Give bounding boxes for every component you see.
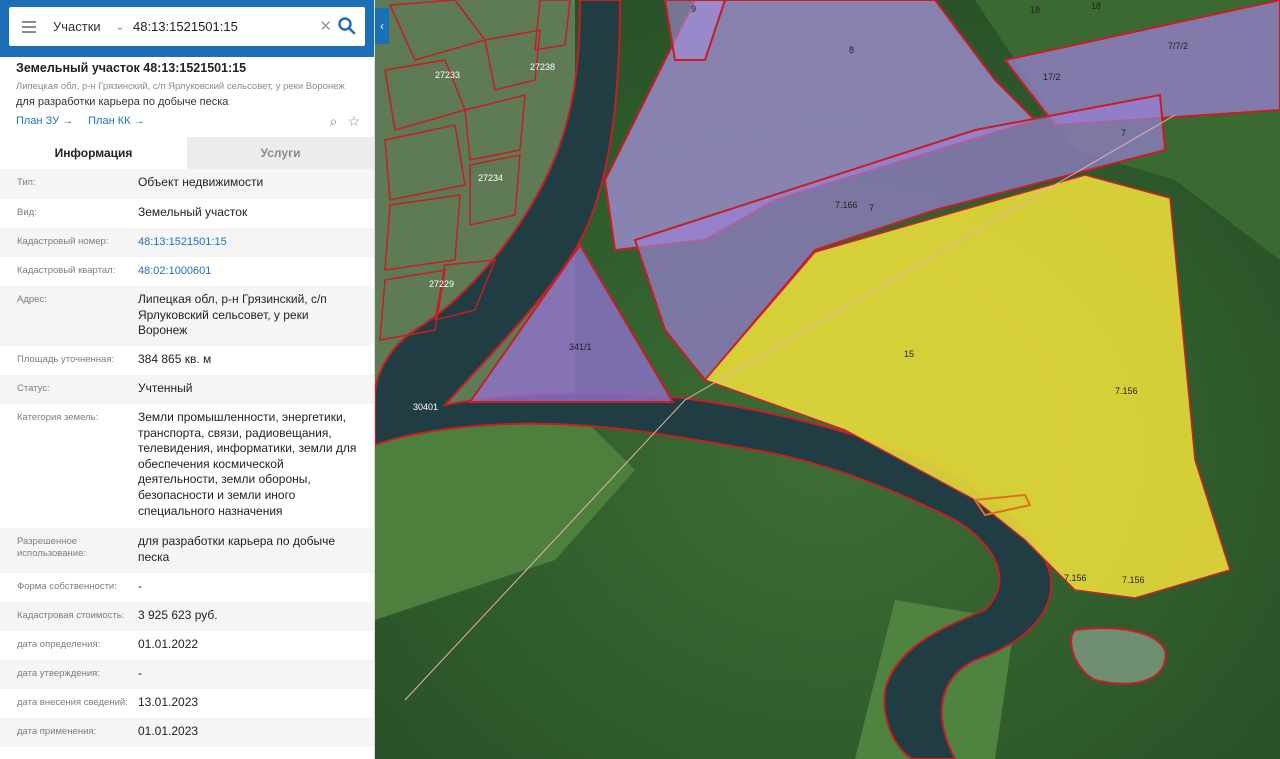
label-7-b: 7 (869, 203, 874, 213)
attribute-value: 01.01.2022 (138, 637, 199, 651)
label-7-7-2: 7/7/2 (1168, 41, 1188, 51)
object-purpose: для разработки карьера по добыче песка (16, 96, 229, 108)
label-27233: 27233 (435, 70, 460, 80)
attribute-key: Адрес: (17, 294, 47, 305)
label-15: 15 (904, 349, 914, 359)
attribute-key: Разрешенное использование: (17, 536, 87, 559)
menu-icon[interactable] (9, 7, 49, 46)
layer-select[interactable]: Участки (49, 19, 111, 34)
attribute-row: Адрес: Липецкая обл, р-н Грязинский, с/п … (0, 286, 374, 346)
attribute-row: Площадь уточненная: 384 865 кв. м (0, 346, 374, 375)
cadastral-number-link[interactable]: 48:13:1521501:15 (138, 234, 360, 251)
plan-zu-link[interactable]: План ЗУ → (16, 115, 73, 127)
tabs: Информация Услуги (0, 137, 374, 169)
search-bar: Участки ⌄ ✕ (9, 7, 365, 46)
attribute-value: 01.01.2023 (138, 724, 199, 738)
attribute-value: 13.01.2023 (138, 695, 199, 709)
attribute-value: Земельный участок (138, 205, 248, 219)
attribute-value: 384 865 кв. м (138, 352, 212, 366)
attribute-key: Кадастровый номер: (17, 236, 109, 247)
attribute-key: Кадастровая стоимость: (17, 610, 125, 621)
attribute-row: Статус: Учтенный (0, 375, 374, 404)
plan-kk-link[interactable]: План КК → (88, 115, 144, 127)
attribute-row: дата определения: 01.01.2022 (0, 631, 374, 660)
label-27229: 27229 (429, 279, 454, 289)
attribute-row: Разрешенное использование: для разработки… (0, 528, 374, 573)
attribute-row: Кадастровый квартал: 48:02:1000601 (0, 257, 374, 286)
attribute-row: дата утверждения: - (0, 660, 374, 689)
tab-services[interactable]: Услуги (187, 137, 374, 169)
label-7-156-a: 7.156 (1115, 386, 1138, 396)
collapse-panel-button[interactable]: ‹ (375, 8, 389, 44)
label-18-b: 18 (1091, 1, 1101, 11)
attribute-key: Площадь уточненная: (17, 354, 115, 365)
attribute-row: Кадастровый номер: 48:13:1521501:15 (0, 228, 374, 257)
info-panel: Участки ⌄ ✕ Земельный участок 48:13:1521… (0, 0, 375, 759)
label-9: 9 (691, 4, 696, 14)
attribute-value: Учтенный (138, 381, 193, 395)
header-actions: ⌕ ☆ (330, 113, 360, 130)
attribute-row: Категория земель: Земли промышленности, э… (0, 404, 374, 528)
attribute-key: дата утверждения: (17, 668, 100, 679)
attribute-key: дата внесения сведений: (17, 697, 128, 708)
attribute-row: Кадастровая стоимость: 3 925 623 руб. (0, 602, 374, 631)
object-address: Липецкая обл, р-н Грязинский, с/п Ярлуко… (16, 81, 345, 92)
label-8: 8 (849, 45, 854, 55)
attribute-key: Тип: (17, 177, 36, 188)
search-input[interactable] (129, 19, 299, 34)
label-7: 7 (1121, 128, 1126, 138)
label-17-2: 17/2 (1043, 72, 1061, 82)
attribute-value: Объект недвижимости (138, 175, 264, 189)
cadastral-quarter-link[interactable]: 48:02:1000601 (138, 263, 360, 280)
attribute-key: Категория земель: (17, 412, 99, 423)
star-icon[interactable]: ☆ (347, 113, 360, 130)
attribute-key: Форма собственности: (17, 581, 117, 592)
attribute-row: дата внесения сведений: 13.01.2023 (0, 689, 374, 718)
attribute-row: Тип: Объект недвижимости (0, 169, 374, 199)
attribute-key: дата определения: (17, 639, 101, 650)
attribute-value: - (138, 579, 142, 593)
map-canvas[interactable]: 8 9 7 7.166 7 17/2 7/7/2 18 18 341/1 15 … (375, 0, 1280, 759)
zoom-to-object-icon[interactable]: ⌕ (330, 113, 338, 130)
label-27238: 27238 (530, 62, 555, 72)
attribute-key: Статус: (17, 383, 50, 394)
tab-information[interactable]: Информация (0, 137, 187, 169)
label-30401: 30401 (413, 402, 438, 412)
map-view[interactable]: 8 9 7 7.166 7 17/2 7/7/2 18 18 341/1 15 … (375, 0, 1280, 759)
label-18: 18 (1030, 5, 1040, 15)
attribute-row: Форма собственности: - (0, 573, 374, 602)
chevron-down-icon[interactable]: ⌄ (111, 20, 129, 33)
label-341-1: 341/1 (569, 342, 592, 352)
attribute-key: Кадастровый квартал: (17, 265, 116, 276)
attribute-value: для разработки карьера по добыче песка (138, 534, 336, 564)
search-icon[interactable] (337, 16, 357, 36)
object-header: Земельный участок 48:13:1521501:15 Липец… (0, 57, 374, 137)
label-7-156-b: 7.156 (1064, 573, 1087, 583)
attribute-key: дата применения: (17, 726, 97, 737)
label-7-156-c: 7.156 (1122, 575, 1145, 585)
search-header: Участки ⌄ ✕ (0, 0, 374, 57)
attribute-row: дата применения: 01.01.2023 (0, 718, 374, 747)
label-7-166: 7.166 (835, 200, 858, 210)
label-27234: 27234 (478, 173, 503, 183)
attributes-table: Тип: Объект недвижимости Вид: Земельный уч… (0, 169, 374, 747)
app: Участки ⌄ ✕ Земельный участок 48:13:1521… (0, 0, 1280, 759)
object-title: Земельный участок 48:13:1521501:15 (16, 61, 247, 75)
attribute-key: Вид: (17, 207, 37, 218)
attribute-row: Вид: Земельный участок (0, 199, 374, 228)
attribute-value: - (138, 666, 142, 680)
attribute-value: Липецкая обл, р-н Грязинский, с/п Ярлуко… (138, 292, 327, 338)
plan-links: План ЗУ → План КК → ⌕ ☆ (16, 113, 360, 130)
close-icon[interactable]: ✕ (319, 17, 332, 35)
attribute-value: 3 925 623 руб. (138, 608, 218, 622)
attribute-value: Земли промышленности, энергетики, трансп… (138, 410, 357, 518)
